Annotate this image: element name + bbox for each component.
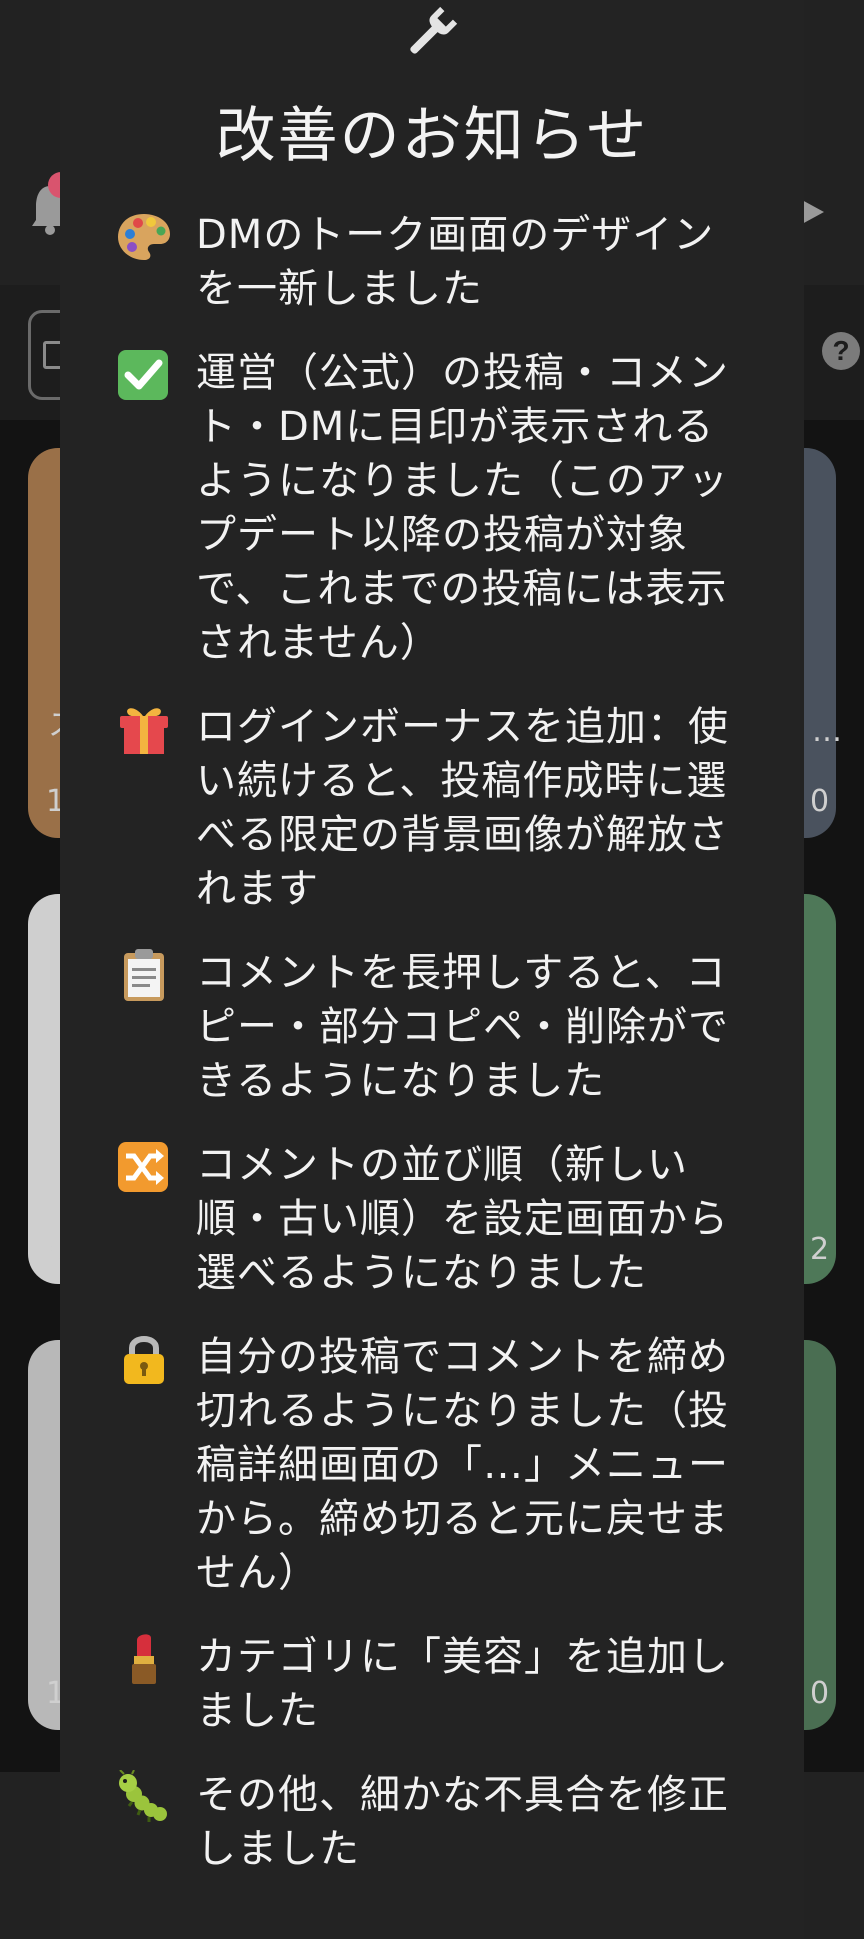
gift-icon [114,702,174,756]
card-label: I [50,1144,59,1179]
help-icon[interactable]: ? [822,332,860,370]
list-item: DMのトーク画面のデザインを一新しました [114,208,754,316]
screen: ? ス 1 … 0 I 8 2 1 0 改善のお知らせ [0,0,864,1939]
release-notes-list: DMのトーク画面のデザインを一新しました 運営（公式）の投稿・コメント・DMに目… [114,208,754,1906]
list-item: コメントの並び順（新しい順・古い順）を設定画面から選べるようになりました [114,1138,754,1300]
note-text: DMのトーク画面のデザインを一新しました [196,212,715,312]
list-item: ログインボーナスを追加：使い続けると、投稿作成時に選べる限定の背景画像が解放され… [114,700,754,916]
note-text: コメントの並び順（新しい順・古い順）を設定画面から選べるようになりました [196,1142,729,1296]
list-item: 運営（公式）の投稿・コメント・DMに目印が表示されるようになりました（このアップ… [114,346,754,670]
card-count: 0 [810,1676,830,1711]
clipboard-icon [114,948,174,1002]
note-text: 運営（公式）の投稿・コメント・DMに目印が表示されるようになりました（このアップ… [196,350,729,666]
note-text: その他、細かな不具合を修正しました [196,1772,729,1872]
list-item: コメントを長押しすると、コピー・部分コピペ・削除ができるようになりました [114,946,754,1108]
dialog-title: 改善のお知らせ [215,101,649,171]
lock-icon [114,1332,174,1386]
list-item: 自分の投稿でコメントを締め切れるようになりました（投稿詳細画面の「…」メニューか… [114,1330,754,1600]
check-mark-icon [114,348,174,402]
card-count: 2 [810,1232,830,1267]
lipstick-icon [114,1632,174,1686]
shuffle-icon [114,1140,174,1194]
note-text: ログインボーナスを追加：使い続けると、投稿作成時に選べる限定の背景画像が解放され… [196,704,729,912]
wrench-icon [410,6,458,54]
note-text: コメントを長押しすると、コピー・部分コピペ・削除ができるようになりました [196,950,729,1104]
palette-icon [114,210,174,264]
card-count: 0 [810,784,830,819]
card-label: … [812,714,842,749]
bug-icon [114,1770,174,1824]
list-item: カテゴリに「美容」を追加しました [114,1630,754,1738]
note-text: 自分の投稿でコメントを締め切れるようになりました（投稿詳細画面の「…」メニューか… [196,1334,729,1596]
list-item: その他、細かな不具合を修正しました [114,1768,754,1876]
note-text: カテゴリに「美容」を追加しました [196,1634,729,1734]
